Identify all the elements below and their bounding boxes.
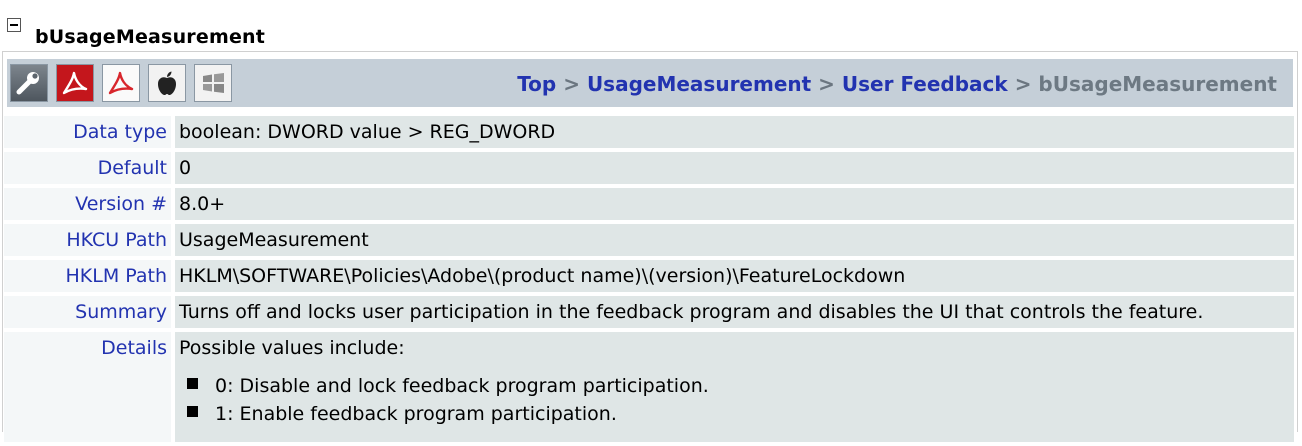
collapse-toggle-icon[interactable]: [7, 18, 21, 32]
property-label: Data type: [4, 116, 171, 148]
property-row-hkcu-path: HKCU Path UsageMeasurement: [4, 224, 1294, 256]
property-label: Summary: [4, 296, 171, 328]
property-row-details: Details Possible values include: 0: Disa…: [4, 332, 1294, 442]
property-value: boolean: DWORD value > REG_DWORD: [175, 116, 1294, 148]
property-value: HKLM\SOFTWARE\Policies\Adobe\(product na…: [175, 260, 1294, 292]
property-row-summary: Summary Turns off and locks user partici…: [4, 296, 1294, 328]
breadcrumb-current: bUsageMeasurement: [1038, 72, 1277, 96]
property-table: Data type boolean: DWORD value > REG_DWO…: [4, 116, 1294, 446]
property-value: 0: [175, 152, 1294, 184]
property-row-version: Version # 8.0+: [4, 188, 1294, 220]
list-item: 0: Disable and lock feedback program par…: [179, 372, 1294, 400]
property-value: 8.0+: [175, 188, 1294, 220]
breadcrumb-link-user-feedback[interactable]: User Feedback: [842, 72, 1008, 96]
property-label: HKCU Path: [4, 224, 171, 256]
details-intro: Possible values include:: [179, 337, 405, 359]
breadcrumb-link-usagemeasurement[interactable]: UsageMeasurement: [587, 72, 811, 96]
property-row-default: Default 0: [4, 152, 1294, 184]
toolbar: Top > UsageMeasurement > User Feedback >…: [7, 59, 1293, 107]
options-list: 0: Disable and lock feedback program par…: [179, 372, 1294, 428]
property-value: UsageMeasurement: [175, 224, 1294, 256]
property-label: Details: [4, 332, 171, 442]
breadcrumb-link-top[interactable]: Top: [517, 72, 556, 96]
property-label: Default: [4, 152, 171, 184]
windows-icon[interactable]: [194, 64, 232, 102]
list-item: 1: Enable feedback program participation…: [179, 400, 1294, 428]
breadcrumb-separator: >: [563, 72, 580, 96]
property-row-data-type: Data type boolean: DWORD value > REG_DWO…: [4, 116, 1294, 148]
section-title: bUsageMeasurement: [35, 26, 266, 48]
wrench-icon[interactable]: [10, 64, 48, 102]
pdf-red-icon[interactable]: [56, 64, 94, 102]
property-value-details: Possible values include: 0: Disable and …: [175, 332, 1294, 442]
property-row-hklm-path: HKLM Path HKLM\SOFTWARE\Policies\Adobe\(…: [4, 260, 1294, 292]
property-value: Turns off and locks user participation i…: [175, 296, 1294, 328]
property-label: HKLM Path: [4, 260, 171, 292]
breadcrumb: Top > UsageMeasurement > User Feedback >…: [517, 72, 1277, 96]
pdf-white-icon[interactable]: [102, 64, 140, 102]
apple-icon[interactable]: [148, 64, 186, 102]
breadcrumb-separator: >: [1014, 72, 1032, 96]
property-label: Version #: [4, 188, 171, 220]
breadcrumb-separator: >: [818, 72, 835, 96]
